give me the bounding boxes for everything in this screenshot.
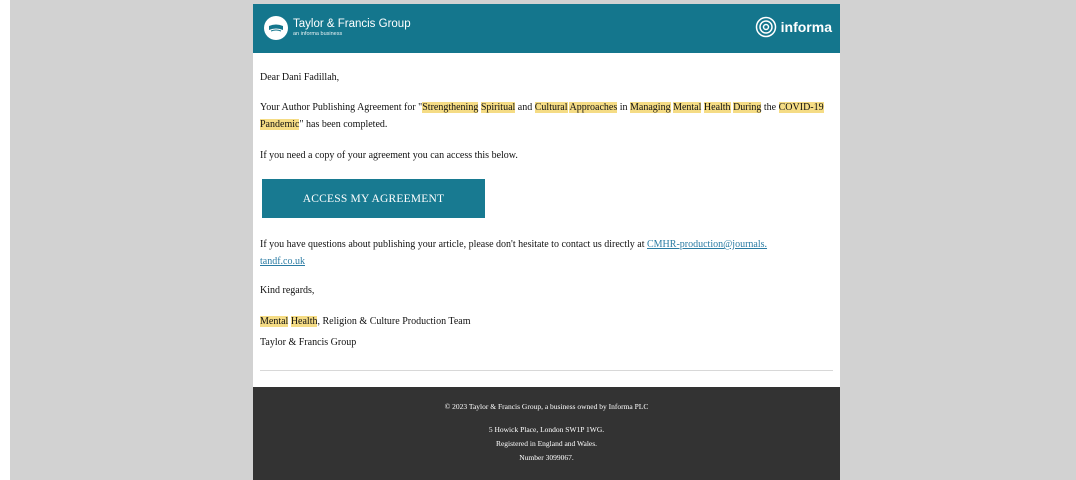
signature-org: Taylor & Francis Group	[260, 337, 357, 348]
tf-book-icon	[264, 16, 288, 40]
title-highlight-word: COVID-19	[778, 102, 824, 113]
agreement-outro: " has been completed.	[299, 119, 388, 130]
title-highlight-word: Managing	[630, 102, 671, 113]
email-header: Taylor & Francis Group an informa busine…	[253, 4, 840, 53]
informa-logo[interactable]: informa	[755, 16, 832, 38]
agreement-paragraph: Your Author Publishing Agreement for "St…	[260, 99, 833, 133]
title-highlight-word: Health	[703, 102, 731, 113]
questions-text: If you have questions about publishing y…	[260, 239, 647, 250]
title-text: and	[515, 102, 535, 113]
contact-email-part2: tandf.co.uk	[260, 256, 305, 267]
access-agreement-button[interactable]: ACCESS MY AGREEMENT	[262, 179, 485, 218]
brand-subtitle: an informa business	[293, 31, 343, 37]
informa-rings-icon	[755, 16, 776, 38]
title-highlight-word: Approaches	[569, 102, 618, 113]
title-highlight-word: Cultural	[534, 102, 568, 113]
email-footer: © 2023 Taylor & Francis Group, a busines…	[253, 387, 840, 480]
closing: Kind regards,	[260, 285, 315, 296]
signature-highlight-mental: Mental	[260, 316, 289, 327]
agreement-intro: Your Author Publishing Agreement for "	[260, 102, 423, 113]
copy-paragraph: If you need a copy of your agreement you…	[260, 150, 518, 161]
footer-address: 5 Howick Place, London SW1P 1WG.	[488, 425, 605, 434]
title-highlight-word: Pandemic	[260, 119, 300, 130]
title-highlight-word: Spiritual	[480, 102, 516, 113]
email-content: Dear Dani Fadillah, Your Author Publishi…	[253, 53, 840, 351]
questions-paragraph: If you have questions about publishing y…	[260, 236, 833, 270]
title-highlight-word: During	[733, 102, 762, 113]
footer-copyright: © 2023 Taylor & Francis Group, a busines…	[444, 402, 649, 411]
title-highlight-word: Mental	[673, 102, 702, 113]
partner-name: informa	[780, 19, 832, 35]
taylor-francis-logo[interactable]: Taylor & Francis Group an informa busine…	[264, 16, 411, 40]
title-highlight-word: Strengthening	[422, 102, 479, 113]
signature-team: Mental Health, Religion & Culture Produc…	[260, 313, 833, 330]
signature-highlight-health: Health	[290, 316, 318, 327]
contact-email-part1: CMHR-production@journals.	[646, 239, 768, 250]
footer-number: Number 3099067.	[519, 453, 574, 462]
brand-name: Taylor & Francis Group	[293, 17, 411, 30]
title-text: in	[617, 102, 631, 113]
signature-rest: , Religion & Culture Production Team	[317, 316, 471, 327]
title-text: the	[761, 102, 779, 113]
footer-registered: Registered in England and Wales.	[495, 439, 598, 448]
greeting: Dear Dani Fadillah,	[260, 72, 340, 83]
footer-divider	[260, 370, 833, 371]
email-body: Taylor & Francis Group an informa busine…	[253, 4, 840, 480]
footer-address-block: 5 Howick Place, London SW1P 1WG. Registe…	[253, 423, 840, 465]
